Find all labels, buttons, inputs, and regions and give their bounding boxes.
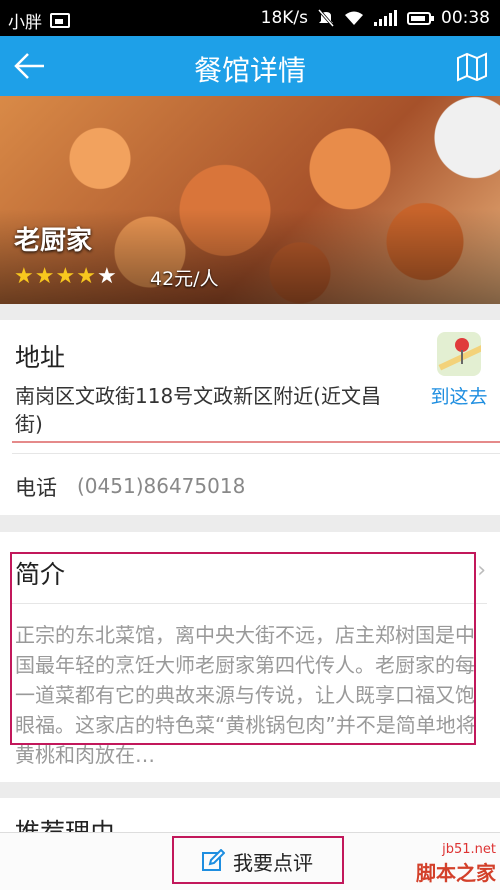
map-icon[interactable]: [456, 50, 488, 82]
address-label: 地址: [15, 343, 66, 372]
phone-label: 电话: [15, 476, 57, 500]
restaurant-name: 老厨家: [14, 226, 93, 256]
clock: 00:38: [441, 8, 490, 28]
rating-stars: ★ ★ ★ ★ ★: [14, 266, 117, 288]
star-icon: ★: [76, 264, 96, 289]
chevron-right-icon: ›: [477, 558, 486, 583]
average-price: 42元/人: [150, 268, 219, 290]
address-text: 南岗区文政街118号文政新区附近(近文昌街): [15, 384, 381, 436]
watermark: jb51.net 脚本之家: [416, 842, 496, 886]
page-title: 餐馆详情: [193, 54, 306, 87]
status-bar: 小胖 18K/s 00:38: [0, 0, 500, 36]
signal-icon: [374, 10, 397, 26]
carrier-label: 小胖: [8, 13, 42, 33]
wifi-icon: [345, 11, 363, 25]
address-card: 地址 南岗区文政街118号文政新区附近(近文昌街) 到这去 电话 (0451)8…: [0, 320, 500, 515]
phone-number[interactable]: (0451)86475018: [77, 474, 245, 498]
battery-icon: [407, 11, 434, 25]
image-notification-icon: [50, 13, 70, 28]
watermark-brand: 脚本之家: [416, 861, 496, 885]
mute-icon: [318, 9, 334, 27]
highlight-box: [10, 552, 476, 745]
divider: [12, 453, 500, 454]
app-bar: 餐馆详情: [0, 36, 500, 96]
star-icon: ★: [55, 264, 76, 289]
restaurant-hero-image: 老厨家 ★ ★ ★ ★ ★ 42元/人: [0, 96, 500, 304]
watermark-site: jb51.net: [442, 842, 496, 857]
divider: [12, 441, 500, 443]
map-pin-icon: [437, 332, 481, 376]
net-speed: 18K/s: [260, 8, 308, 28]
navigate-label: 到这去: [430, 386, 488, 408]
star-icon: ★: [14, 264, 34, 289]
star-icon: ★: [34, 264, 55, 289]
star-icon: ★: [96, 264, 117, 289]
highlight-box: [172, 836, 344, 884]
navigate-button[interactable]: 到这去: [424, 332, 494, 409]
